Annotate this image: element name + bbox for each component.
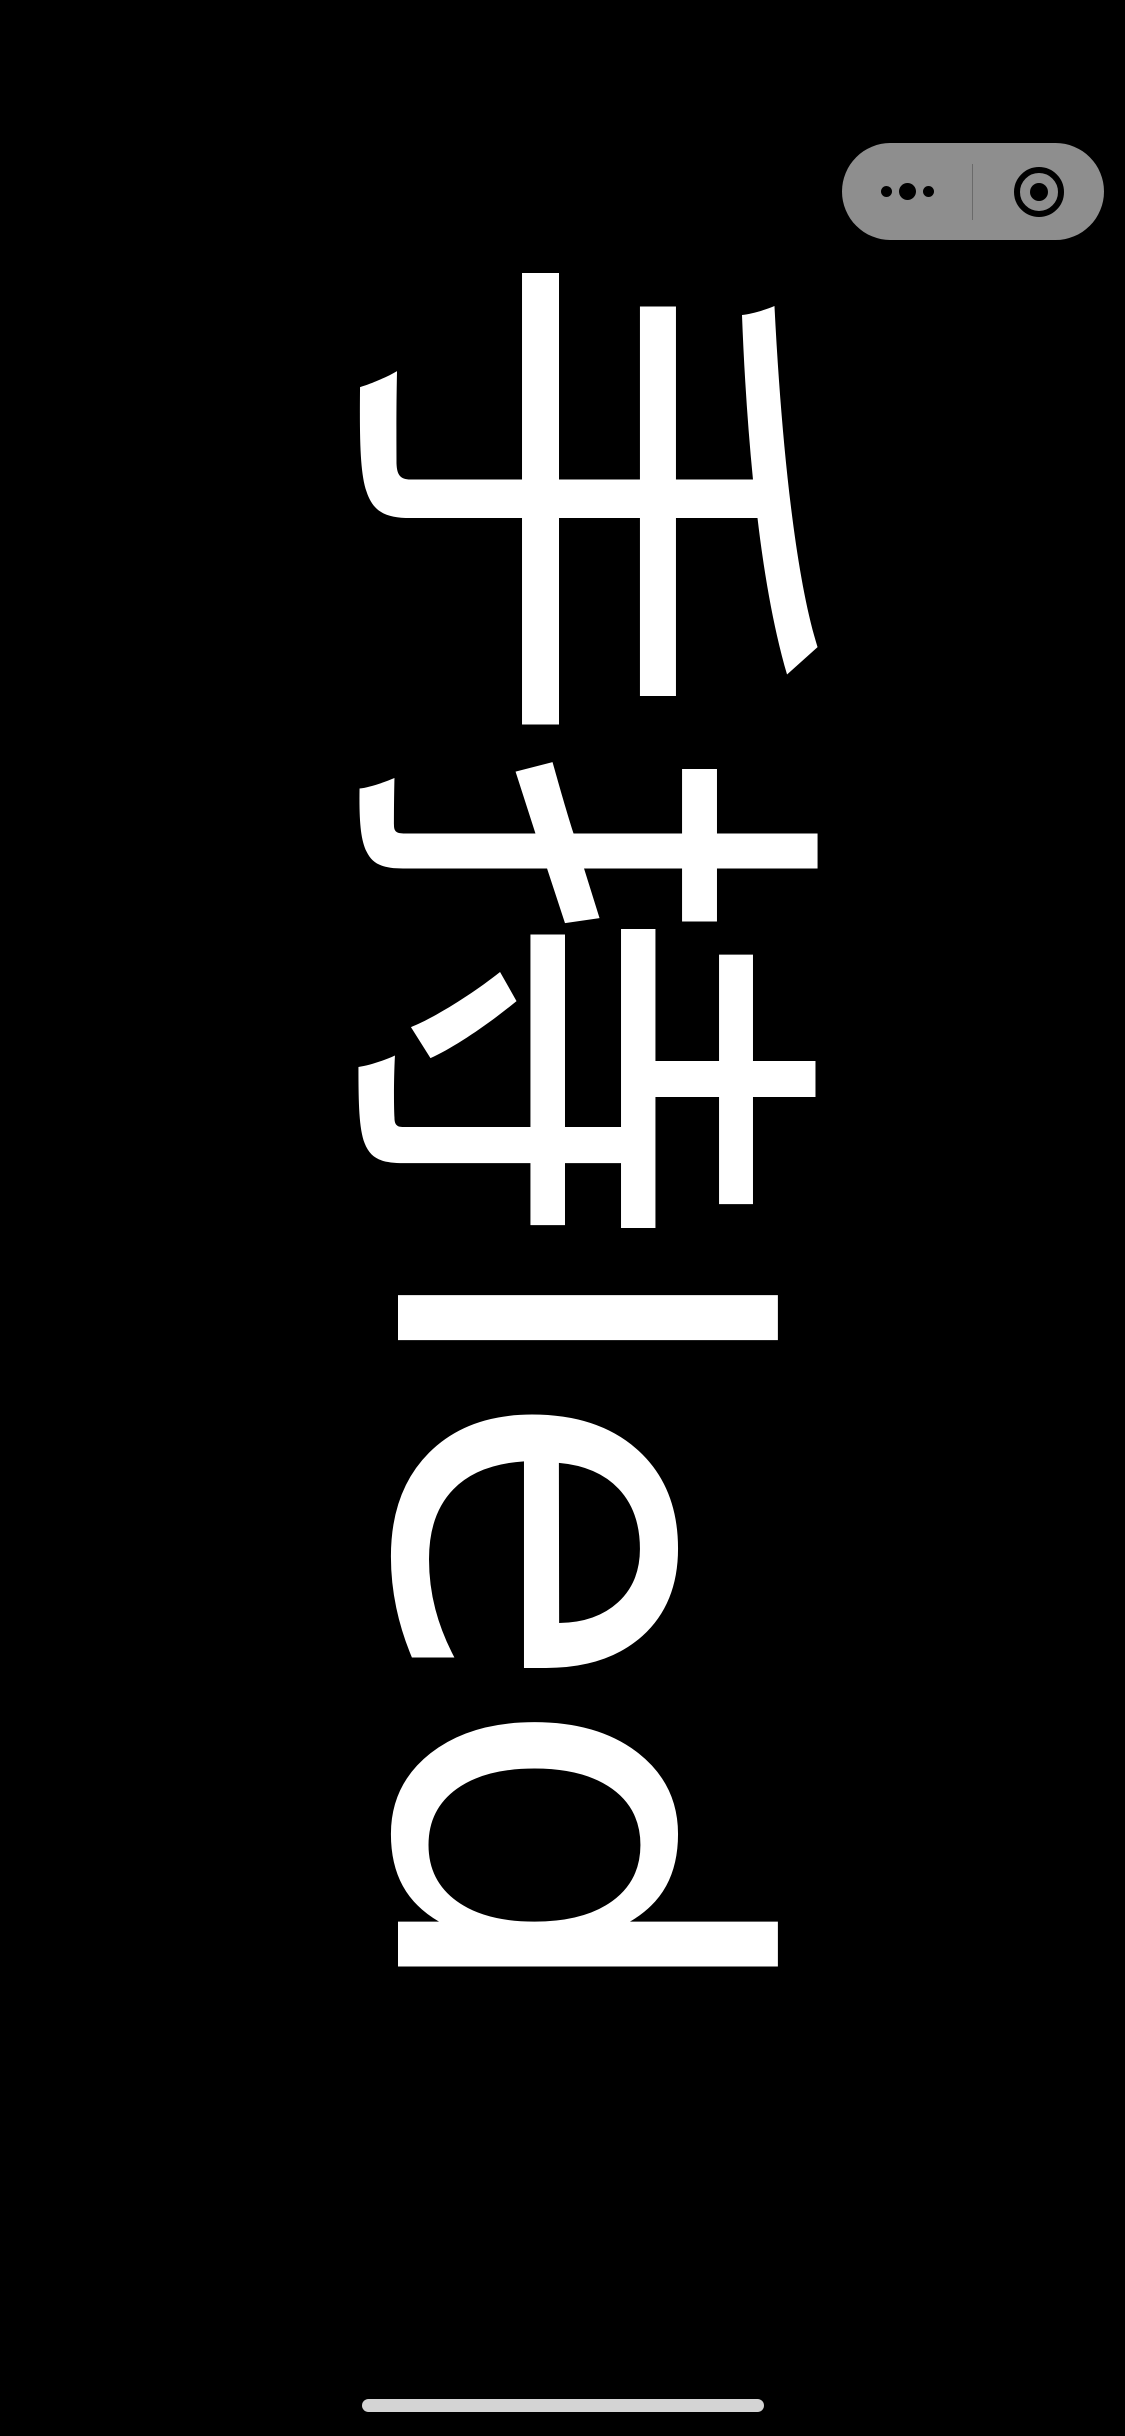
barrage-text: 手持led xyxy=(280,248,862,2012)
more-button[interactable] xyxy=(842,143,972,240)
mini-program-capsule xyxy=(842,143,1104,240)
close-button[interactable] xyxy=(973,143,1104,240)
more-dots-icon xyxy=(880,183,934,200)
barrage-display: 手持led xyxy=(0,0,1125,2436)
circle-target-icon xyxy=(1013,166,1064,217)
home-indicator[interactable] xyxy=(362,2399,764,2412)
